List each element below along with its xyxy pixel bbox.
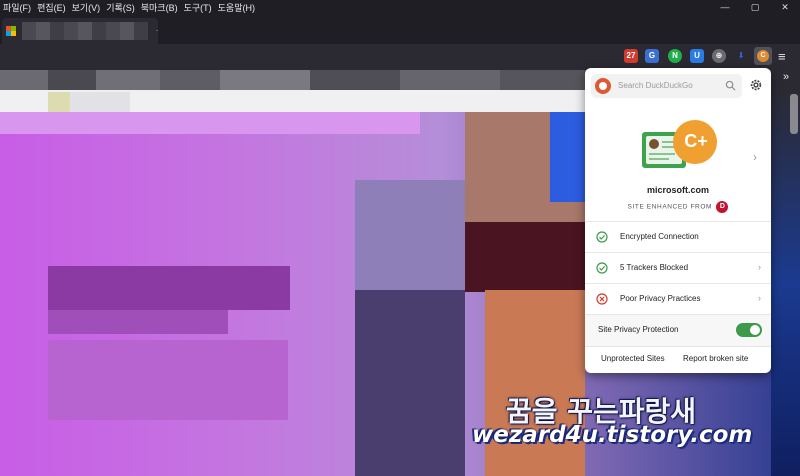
ddg-ext-icon: C [757,50,769,62]
original-grade-badge: D [716,201,729,213]
watermark-url: wezard4u.tistory.com [472,422,753,448]
hamburger-menu-icon[interactable]: ≡ [778,49,786,64]
ddg-ext-button[interactable]: C [754,47,772,65]
row-site-protection: Site Privacy Protection [585,314,771,347]
ddg-privacy-popup: Search DuckDuckGo C+ › microsoft.com SIT… [585,68,771,373]
menu-bookmarks[interactable]: 북마크(B) [140,1,179,14]
minimize-button[interactable]: — [710,0,740,14]
report-broken-site-link[interactable]: Report broken site [683,354,748,363]
chevron-right-icon: › [758,262,761,272]
enhanced-text: SITE ENHANCED FROM [627,203,713,211]
menu-view[interactable]: 보기(V) [71,1,102,14]
protection-label: Site Privacy Protection [598,325,679,334]
window-controls: — ▢ ✕ [710,0,800,14]
menu-file[interactable]: 파일(F) [2,1,32,14]
arrow-ext-icon[interactable]: ⬇ [734,49,748,63]
protection-toggle[interactable] [736,323,762,337]
row-label: 5 Trackers Blocked [620,263,689,272]
gear-icon[interactable] [749,78,763,92]
tab-title-blurred [22,22,148,40]
menu-edit[interactable]: 편집(E) [36,1,67,14]
row-label: Encrypted Connection [620,232,699,241]
search-box[interactable]: Search DuckDuckGo [591,74,742,98]
check-circle-icon [596,231,608,243]
x-circle-icon [596,293,608,305]
row-label: Poor Privacy Practices [620,294,701,303]
restore-button[interactable]: ▢ [740,0,770,14]
menu-history[interactable]: 기록(S) [105,1,136,14]
duckduckgo-logo-icon [595,78,611,94]
shield-ext-icon[interactable]: U [690,49,704,63]
row-trackers-blocked[interactable]: 5 Trackers Blocked › [585,252,771,283]
close-button[interactable]: ✕ [770,0,800,14]
url-area [0,44,580,70]
tab-bar: . [0,14,800,44]
globe-ext-icon[interactable]: ⊕ [712,49,726,63]
menu-tools[interactable]: 도구(T) [183,1,213,14]
chevron-right-icon: › [758,293,761,303]
scrollbar-thumb[interactable] [790,94,798,134]
browser-tab[interactable]: . [2,18,158,44]
n-ext-icon[interactable]: N [668,49,682,63]
microsoft-logo-icon [6,26,16,36]
menu-bar: 파일(F) 편집(E) 보기(V) 기록(S) 북마크(B) 도구(T) 도움말… [0,0,800,14]
search-icon[interactable] [725,80,736,91]
translate-ext-icon[interactable]: G [645,49,659,63]
search-placeholder: Search DuckDuckGo [618,81,693,90]
menu-items: 파일(F) 편집(E) 보기(V) 기록(S) 북마크(B) 도구(T) 도움말… [2,1,256,14]
unprotected-sites-link[interactable]: Unprotected Sites [601,354,665,363]
toolbar: 27 G N U ⊕ ⬇ C ≡ [0,44,800,70]
site-domain: microsoft.com [646,185,709,195]
privacy-grade: C+ [684,131,708,151]
enhanced-from-label: SITE ENHANCED FROM D [585,201,771,213]
row-privacy-practices[interactable]: Poor Privacy Practices › [585,283,771,314]
row-encrypted-connection[interactable]: Encrypted Connection [585,221,771,252]
tab-close-icon[interactable]: . [156,24,158,33]
chevron-right-icon[interactable]: › [753,150,757,164]
calendar-ext-icon[interactable]: 27 [624,49,638,63]
check-circle-icon [596,262,608,274]
menu-help[interactable]: 도움말(H) [217,1,256,14]
divider [585,346,771,347]
bookmarks-overflow-icon[interactable]: » [783,71,789,83]
